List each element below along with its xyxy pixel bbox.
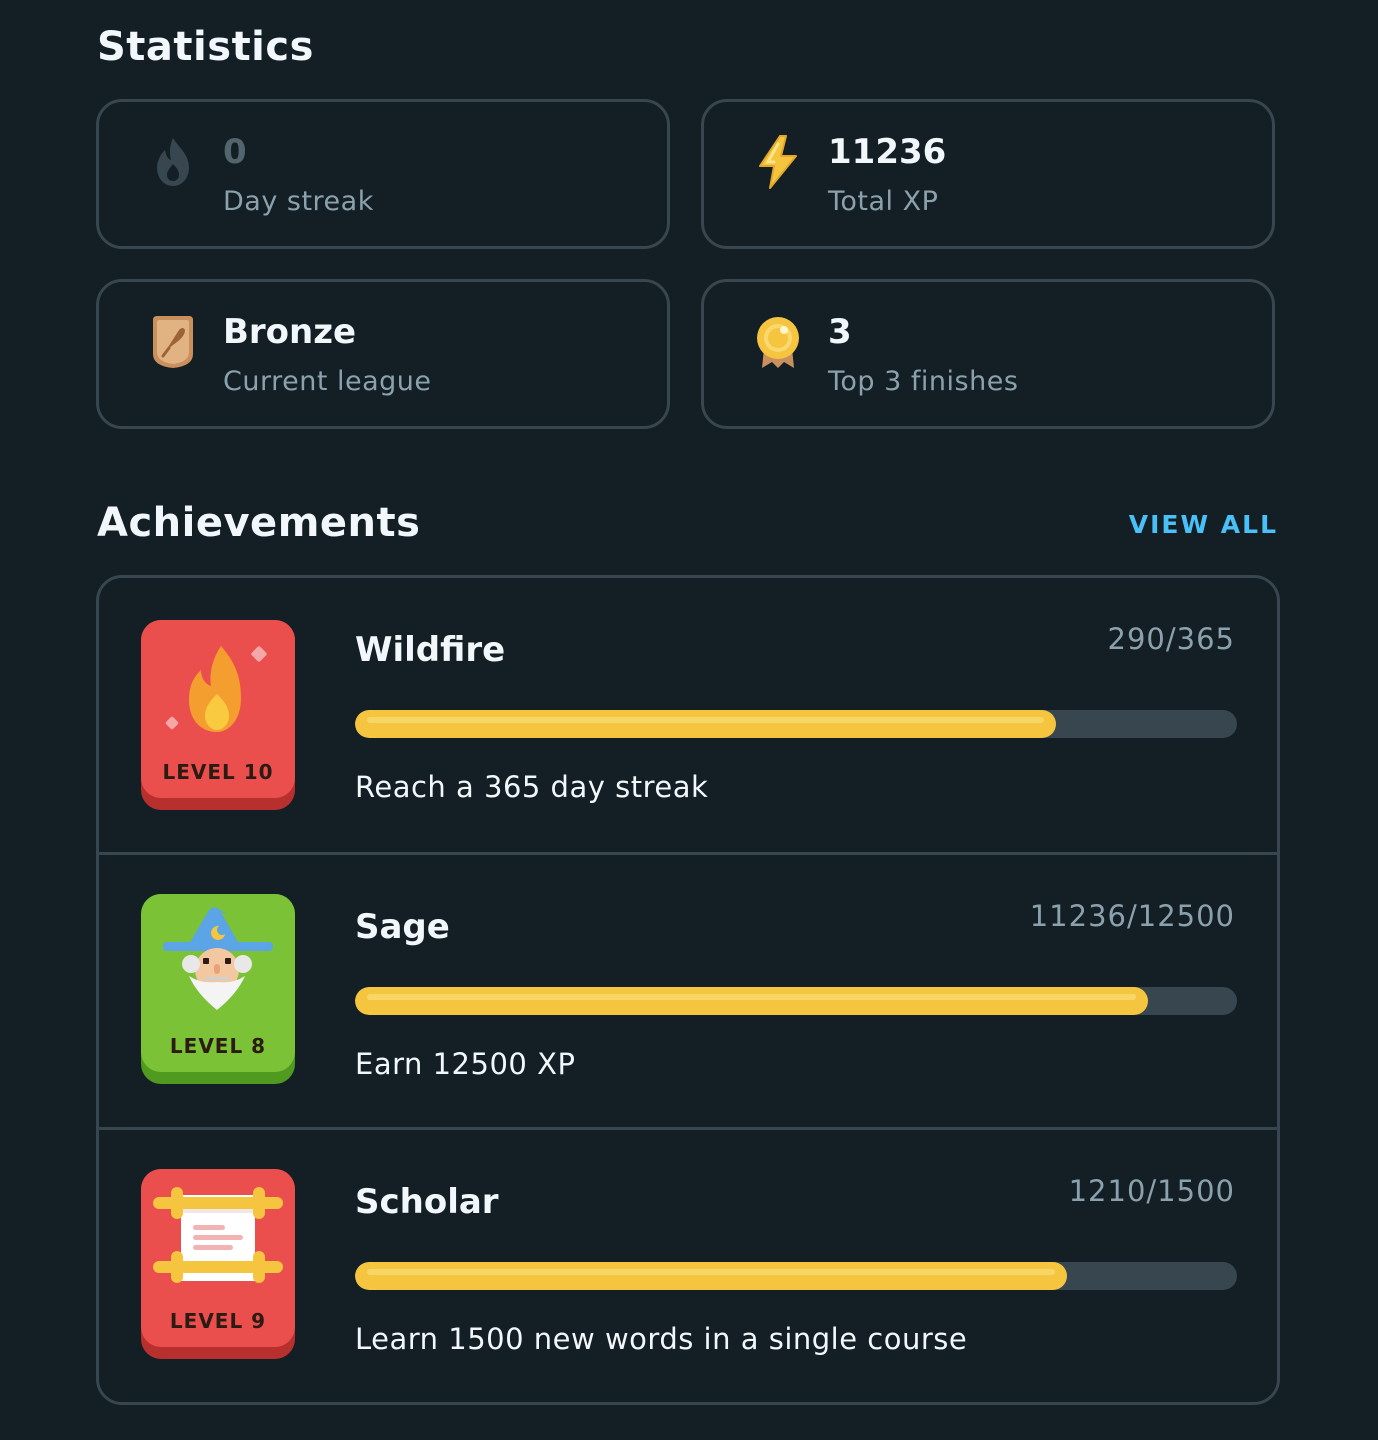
scholar-level: LEVEL 9 bbox=[169, 1309, 267, 1333]
scroll-icon bbox=[153, 1187, 283, 1291]
lightning-bolt-icon bbox=[754, 134, 802, 190]
scholar-progress-fill bbox=[355, 1262, 1067, 1290]
gold-medal-icon bbox=[754, 314, 802, 370]
wildfire-progress-bar bbox=[355, 710, 1237, 738]
statistics-title: Statistics bbox=[97, 24, 314, 70]
wizard-icon bbox=[161, 904, 277, 1028]
wildfire-progress-text: 290/365 bbox=[1107, 622, 1235, 656]
wildfire-progress-fill bbox=[355, 710, 1056, 738]
sage-description: Earn 12500 XP bbox=[355, 1047, 576, 1081]
achievements-list: LEVEL 10 Wildfire 290/365 Reach a 365 da… bbox=[96, 575, 1280, 1405]
total-xp-value: 11236 bbox=[828, 132, 947, 172]
stat-card-day-streak: 0 Day streak bbox=[96, 99, 670, 249]
top-3-finishes-label: Top 3 finishes bbox=[828, 366, 1019, 397]
wildfire-badge: LEVEL 10 bbox=[141, 620, 295, 810]
stat-card-total-xp: 11236 Total XP bbox=[701, 99, 1275, 249]
scholar-progress-text: 1210/1500 bbox=[1068, 1174, 1235, 1208]
wildfire-description: Reach a 365 day streak bbox=[355, 770, 709, 804]
sage-level: LEVEL 8 bbox=[169, 1034, 267, 1058]
sage-name: Sage bbox=[355, 907, 450, 947]
stat-card-top-3-finishes: 3 Top 3 finishes bbox=[701, 279, 1275, 429]
sage-progress-fill bbox=[355, 987, 1148, 1015]
achievement-scholar[interactable]: LEVEL 9 Scholar 1210/1500 Learn 1500 new… bbox=[99, 1127, 1277, 1402]
wildfire-level: LEVEL 10 bbox=[162, 760, 274, 784]
sage-badge: LEVEL 8 bbox=[141, 894, 295, 1084]
stat-card-current-league: Bronze Current league bbox=[96, 279, 670, 429]
achievements-title: Achievements bbox=[97, 500, 421, 546]
scholar-progress-bar bbox=[355, 1262, 1237, 1290]
sage-progress-text: 11236/12500 bbox=[1029, 899, 1235, 933]
wildfire-name: Wildfire bbox=[355, 630, 506, 670]
sage-progress-bar bbox=[355, 987, 1237, 1015]
current-league-value: Bronze bbox=[223, 312, 357, 352]
total-xp-label: Total XP bbox=[828, 186, 939, 217]
achievement-sage[interactable]: LEVEL 8 Sage 11236/12500 Earn 12500 XP bbox=[99, 852, 1277, 1129]
view-all-link[interactable]: VIEW ALL bbox=[1129, 510, 1278, 539]
flame-icon bbox=[161, 640, 277, 754]
scholar-badge: LEVEL 9 bbox=[141, 1169, 295, 1359]
day-streak-label: Day streak bbox=[223, 186, 374, 217]
flame-icon bbox=[149, 134, 197, 190]
scholar-name: Scholar bbox=[355, 1182, 499, 1222]
day-streak-value: 0 bbox=[223, 132, 247, 172]
current-league-label: Current league bbox=[223, 366, 432, 397]
achievement-wildfire[interactable]: LEVEL 10 Wildfire 290/365 Reach a 365 da… bbox=[99, 578, 1277, 852]
top-3-finishes-value: 3 bbox=[828, 312, 852, 352]
scholar-description: Learn 1500 new words in a single course bbox=[355, 1322, 968, 1356]
bronze-league-shield-icon bbox=[149, 314, 197, 370]
